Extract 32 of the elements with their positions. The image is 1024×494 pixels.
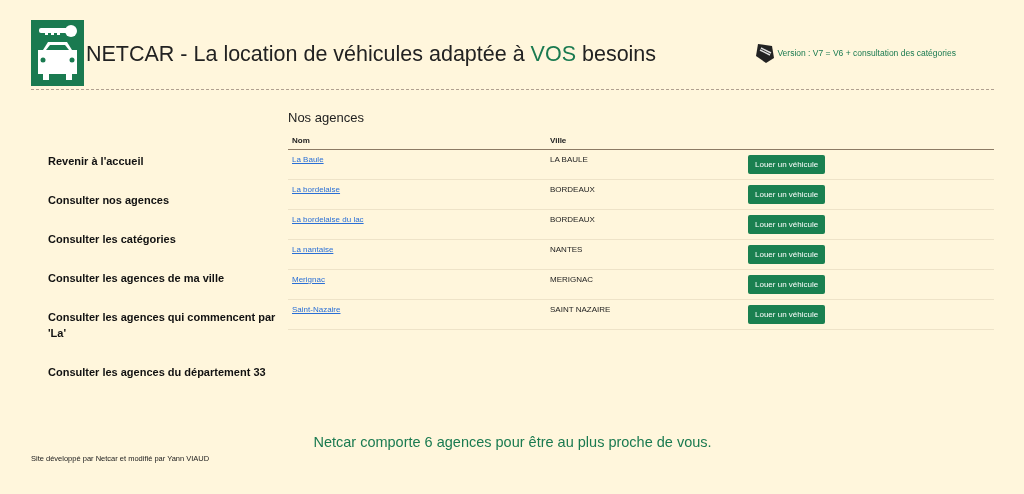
rent-button[interactable]: Louer un véhicule — [748, 185, 826, 204]
version-text: Version : V7 = V6 + consultation des catégories — [777, 48, 956, 58]
agency-link[interactable]: Saint-Nazaire — [292, 305, 341, 314]
table-cell: NANTES — [550, 245, 583, 254]
table-cell: MERIGNAC — [550, 275, 594, 284]
rent-button[interactable]: Louer un véhicule — [748, 275, 826, 294]
site-title: NETCAR - La location de véhicules adaptée à VOS besoins — [86, 40, 657, 67]
agency-link[interactable]: La Baule — [292, 155, 324, 164]
nav-link[interactable]: Consulter nos agences — [48, 192, 288, 208]
rent-button[interactable]: Louer un véhicule — [748, 245, 826, 264]
section-heading: Nos agences — [288, 110, 365, 125]
agency-link[interactable]: La bordelaise — [292, 185, 341, 194]
agency-link[interactable]: La nantaise — [292, 245, 334, 254]
table-cell: LA BAULE — [550, 155, 588, 164]
table-cell: BORDEAUX — [550, 215, 595, 224]
nav-link[interactable]: Consulter les catégories — [48, 231, 288, 247]
nav-link[interactable]: Consulter les agences qui commencent par 'La' — [48, 309, 288, 341]
column-header: Ville — [550, 136, 567, 145]
column-header: Nom — [292, 136, 310, 145]
rent-button[interactable]: Louer un véhicule — [748, 215, 826, 234]
table-cell: BORDEAUX — [550, 185, 595, 194]
rent-button[interactable]: Louer un véhicule — [748, 305, 826, 324]
table-cell: SAINT NAZAIRE — [550, 305, 611, 314]
car-key-logo-icon — [31, 20, 84, 86]
nav-link[interactable]: Consulter les agences du département 33 — [48, 364, 288, 380]
rent-button[interactable]: Louer un véhicule — [748, 155, 826, 174]
nav-link[interactable]: Revenir à l'accueil — [48, 153, 288, 169]
nav-link[interactable]: Consulter les agences de ma ville — [48, 270, 288, 286]
badge-icon — [754, 42, 777, 64]
agency-link[interactable]: La bordelaise du lac — [292, 215, 364, 224]
agency-link[interactable]: Merignac — [292, 275, 325, 284]
agency-count-message: Netcar comporte 6 agences pour être au plus proche de vous. — [312, 434, 713, 450]
